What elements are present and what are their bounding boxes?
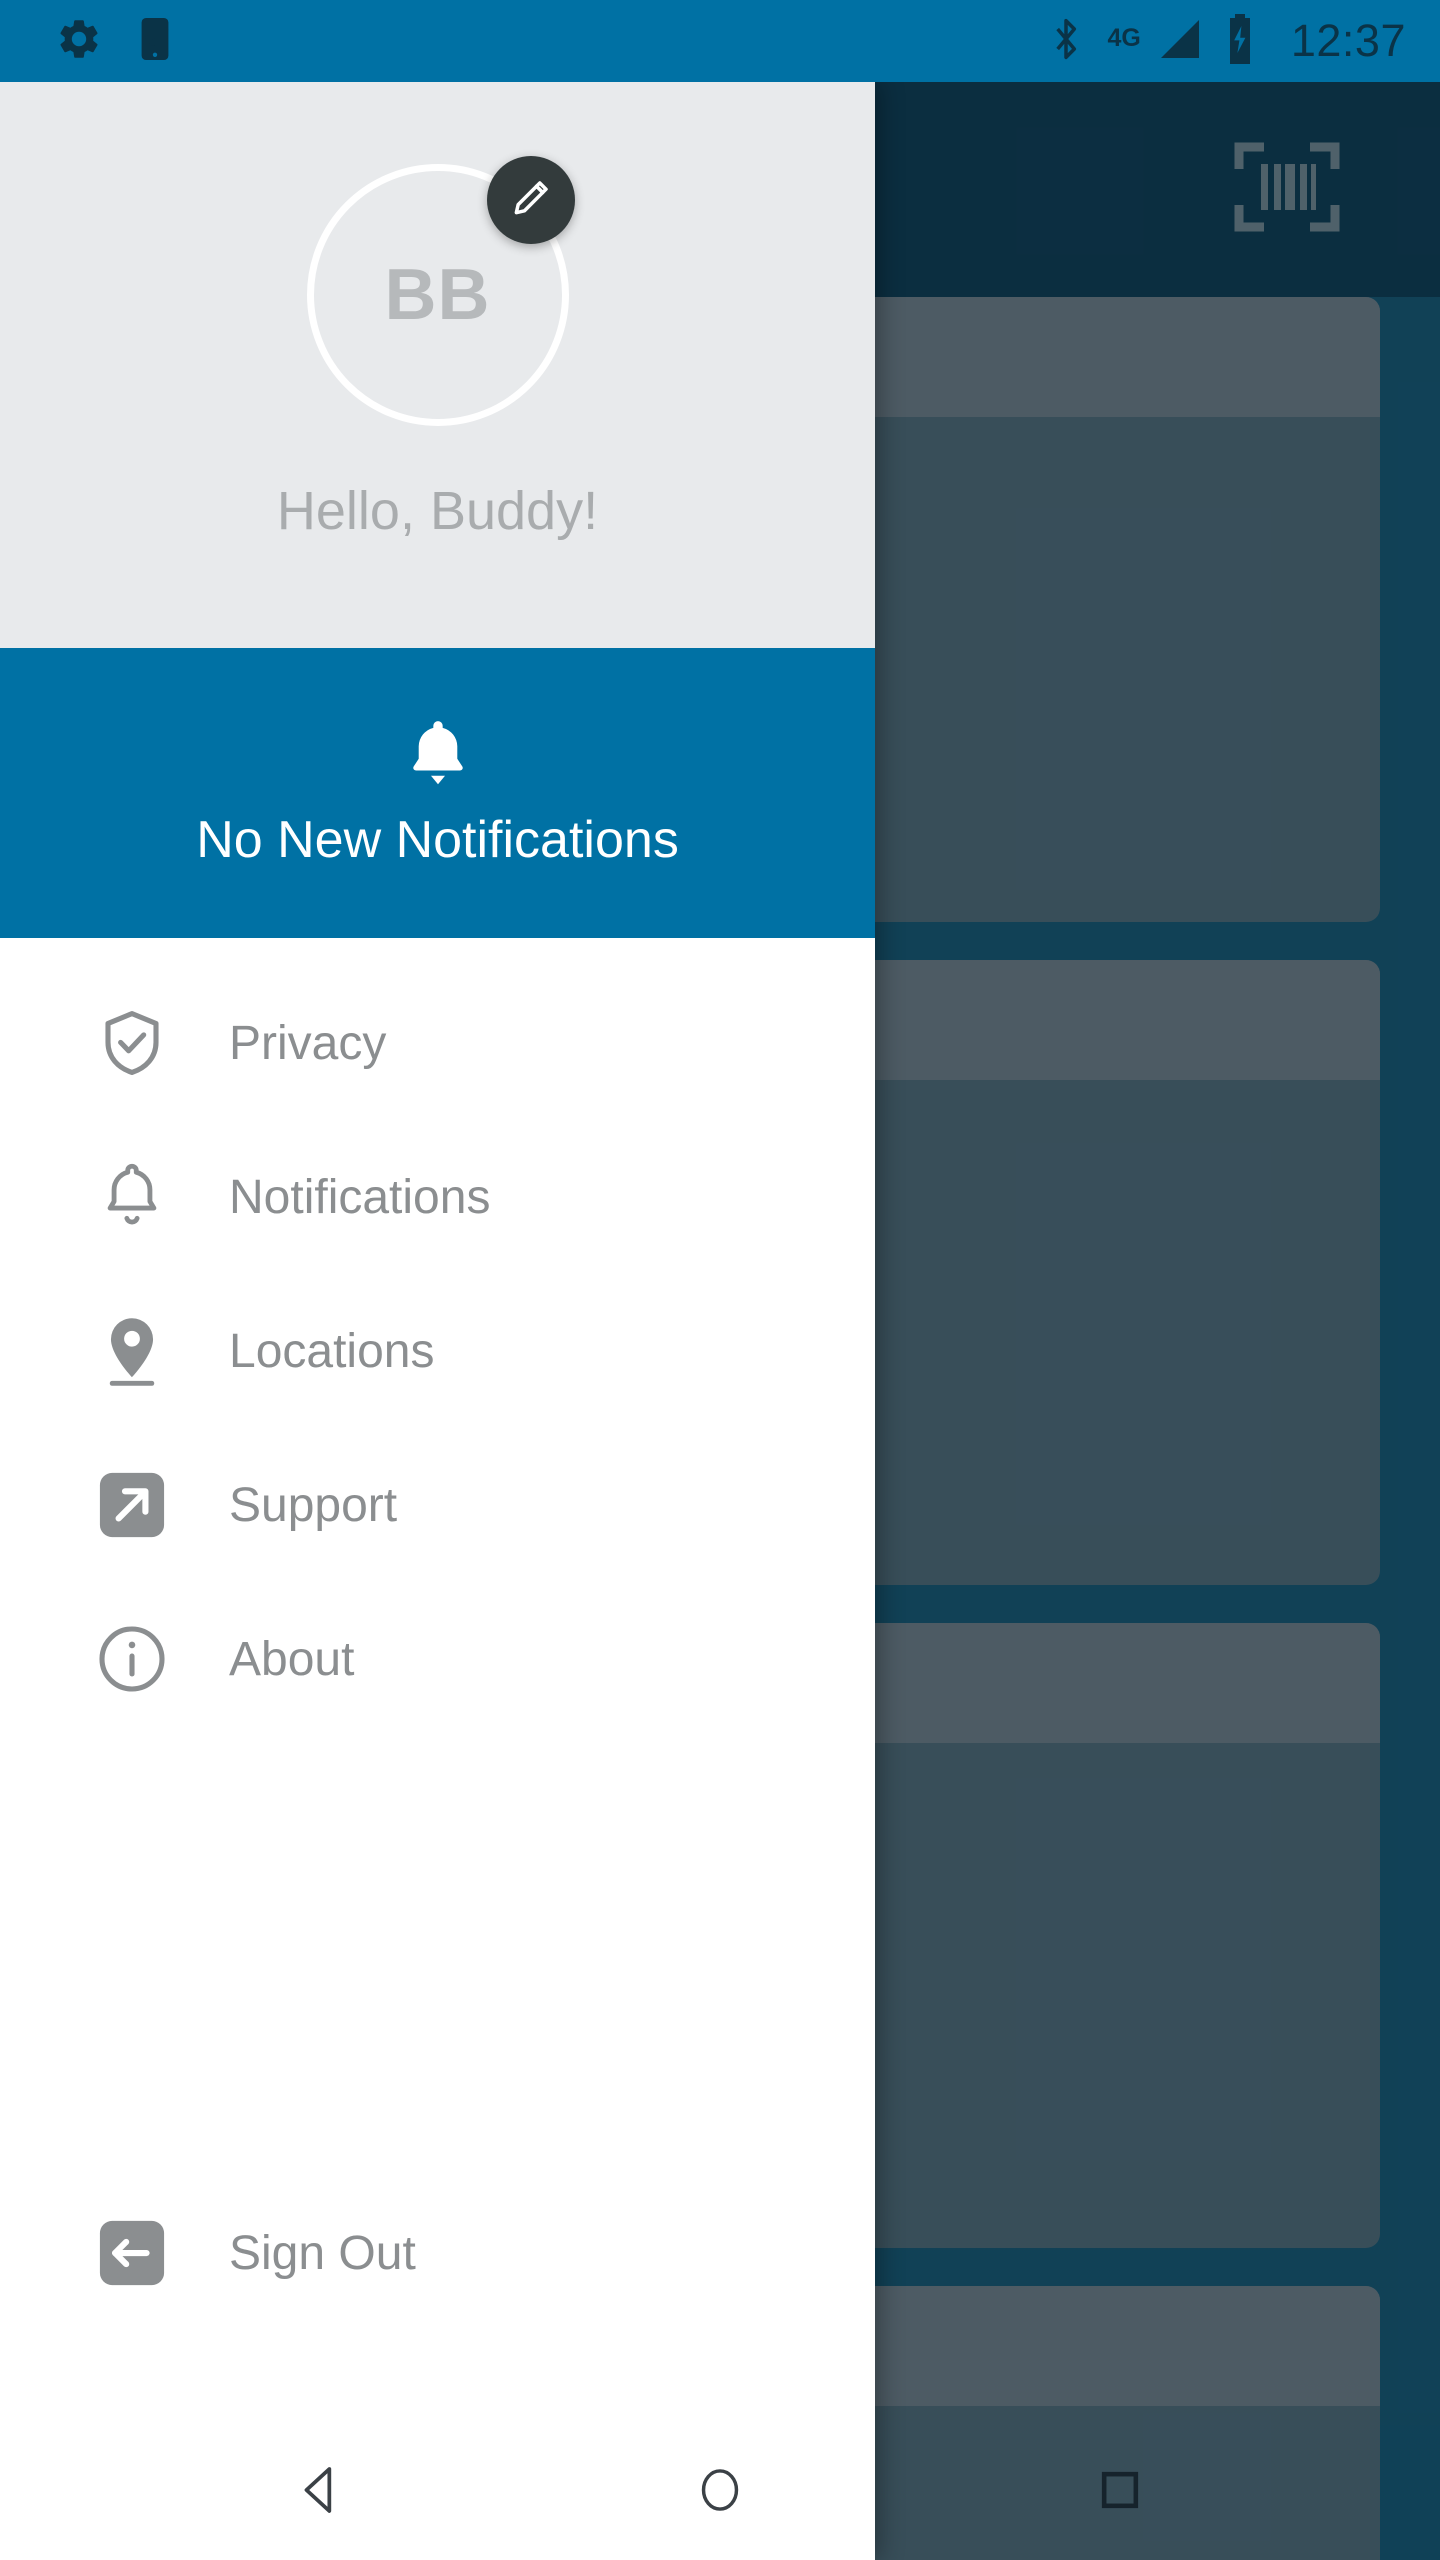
- menu-item-label: Sign Out: [229, 2226, 416, 2280]
- edit-profile-button[interactable]: [486, 156, 575, 244]
- shield-check-icon: [95, 1006, 169, 1080]
- menu-item-notifications[interactable]: Notifications: [0, 1120, 875, 1274]
- menu-item-label: Privacy: [229, 1016, 387, 1070]
- menu-item-label: Locations: [229, 1324, 435, 1378]
- battery-charging-icon: [1225, 13, 1255, 69]
- notification-banner-label: No New Notifications: [196, 810, 679, 869]
- settings-gear-icon: [55, 15, 103, 68]
- status-bar-clock: 12:37: [1290, 15, 1406, 66]
- nav-recents-button[interactable]: [1020, 2425, 1220, 2560]
- menu-item-label: Notifications: [229, 1170, 491, 1224]
- menu-item-support[interactable]: Support: [0, 1428, 875, 1582]
- home-circle-icon: [694, 2464, 746, 2521]
- nav-back-button[interactable]: [220, 2425, 420, 2560]
- menu-item-locations[interactable]: Locations: [0, 1274, 875, 1428]
- status-bar: 4G 12:37: [0, 0, 1440, 82]
- menu-item-label: About: [229, 1632, 355, 1686]
- barcode-scan-icon[interactable]: [1234, 139, 1340, 240]
- avatar-initials: BB: [384, 255, 491, 335]
- network-type-label: 4G: [1107, 23, 1141, 52]
- drawer-menu-list: Privacy Notifications Locations Support …: [0, 938, 875, 1736]
- signal-4g-icon: [1155, 18, 1203, 65]
- avatar-wrap[interactable]: BB: [306, 156, 575, 426]
- navigation-drawer: BB Hello, Buddy! No New Notifications Pr…: [0, 82, 875, 2560]
- menu-item-label: Support: [229, 1478, 398, 1532]
- pencil-icon: [509, 176, 553, 225]
- profile-header: BB Hello, Buddy!: [0, 82, 875, 648]
- info-circle-icon: [95, 1622, 169, 1696]
- menu-item-privacy[interactable]: Privacy: [0, 966, 875, 1120]
- map-pin-icon: [95, 1314, 169, 1388]
- greeting-text: Hello, Buddy!: [276, 481, 599, 541]
- external-link-icon: [95, 1468, 169, 1542]
- back-triangle-icon: [292, 2462, 348, 2523]
- bluetooth-icon: [1046, 15, 1086, 68]
- sign-out-icon: [95, 2216, 169, 2290]
- bell-outline-icon: [95, 1160, 169, 1234]
- notification-banner[interactable]: No New Notifications: [0, 648, 875, 938]
- recents-square-icon: [1095, 2465, 1145, 2520]
- bell-filled-icon: [402, 717, 474, 798]
- nav-home-button[interactable]: [620, 2425, 820, 2560]
- menu-item-about[interactable]: About: [0, 1582, 875, 1736]
- menu-item-sign-out[interactable]: Sign Out: [0, 2176, 875, 2330]
- phone-check-icon: [131, 15, 179, 68]
